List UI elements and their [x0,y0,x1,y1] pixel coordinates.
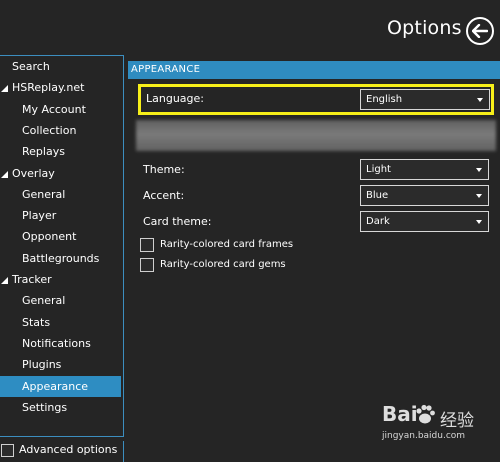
sidebar-item-label: Appearance [22,379,89,393]
accent-value: Blue [366,190,389,201]
advanced-options-checkbox[interactable] [1,444,14,457]
advanced-options[interactable]: Advanced options [0,441,124,462]
back-button[interactable] [466,17,494,45]
section-header: APPEARANCE [128,61,500,79]
sidebar-item-settings[interactable]: Settings [0,397,121,418]
theme-label: Theme: [143,163,185,176]
sidebar-item-label: General [22,294,66,308]
watermark-suffix: 经验 [440,411,474,431]
sidebar-item-label: Tracker [12,273,52,286]
sidebar-item-label: General [22,187,66,201]
theme-value: Light [366,164,391,175]
sidebar-item-general[interactable]: General [0,184,121,205]
watermark-url: jingyan.baidu.com [382,431,466,441]
language-value: English [366,94,403,105]
chevron-down-icon [476,168,482,172]
advanced-options-label: Advanced options [19,443,118,456]
sidebar-item-label: Overlay [12,166,55,180]
accent-select[interactable]: Blue [360,185,489,206]
theme-select[interactable]: Light [360,159,489,180]
expand-triangle-icon [1,277,8,284]
sidebar-item-label: Settings [22,400,68,414]
paw-icon [416,404,435,424]
sidebar-item-label: Replays [22,145,65,159]
rarity-card-gems-label: Rarity-colored card gems [160,259,286,270]
language-row-highlight: Language: English [138,84,494,115]
sidebar-item-plugins[interactable]: Plugins [0,354,121,375]
chevron-down-icon [476,194,482,198]
sidebar-item-label: My Account [22,102,86,116]
sidebar-item-overlay[interactable]: Overlay [0,163,121,184]
arrow-left-icon [472,24,488,38]
sidebar-item-label: Battlegrounds [22,251,100,265]
card-theme-select[interactable]: Dark [360,211,489,232]
sidebar-item-label: Collection [22,123,77,137]
blurred-region [136,120,496,151]
sidebar-item-label: Plugins [22,358,62,372]
sidebar-item-stats[interactable]: Stats [0,312,121,333]
expand-triangle-icon [1,85,8,93]
sidebar-item-my-account[interactable]: My Account [0,99,121,120]
watermark-logo: Bai [382,402,418,426]
sidebar-item-general[interactable]: General [0,290,121,311]
sidebar-item-hsreplay-net[interactable]: HSReplay.net [0,77,121,98]
sidebar-item-tracker[interactable]: Tracker [0,269,121,290]
rarity-card-frames-label: Rarity-colored card frames [160,239,294,250]
chevron-down-icon [476,220,482,224]
sidebar-item-label: Search [12,60,50,73]
sidebar-item-search[interactable]: Search [0,56,121,77]
language-label: Language: [146,92,204,105]
chevron-down-icon [477,98,483,102]
card-theme-label: Card theme: [143,215,212,228]
sidebar-item-player[interactable]: Player [0,205,121,226]
page-title: Options [387,17,462,39]
sidebar-item-notifications[interactable]: Notifications [0,333,121,354]
accent-label: Accent: [143,189,185,202]
sidebar-item-replays[interactable]: Replays [0,141,121,162]
language-select[interactable]: English [360,89,490,110]
rarity-card-gems-checkbox[interactable] [140,258,154,272]
expand-triangle-icon [1,170,8,178]
sidebar-item-label: Notifications [22,336,91,350]
sidebar-item-opponent[interactable]: Opponent [0,226,121,247]
rarity-card-frames-checkbox[interactable] [140,238,154,252]
sidebar-item-label: Stats [22,315,51,329]
sidebar-item-label: HSReplay.net [12,81,85,95]
card-theme-value: Dark [366,216,390,227]
sidebar-item-label: Player [22,209,57,223]
sidebar-item-battlegrounds[interactable]: Battlegrounds [0,248,121,269]
sidebar-item-label: Opponent [22,230,77,244]
watermark-logo-text: Bai [382,402,418,426]
sidebar-item-collection[interactable]: Collection [0,120,121,141]
sidebar-item-appearance[interactable]: Appearance [0,375,121,397]
